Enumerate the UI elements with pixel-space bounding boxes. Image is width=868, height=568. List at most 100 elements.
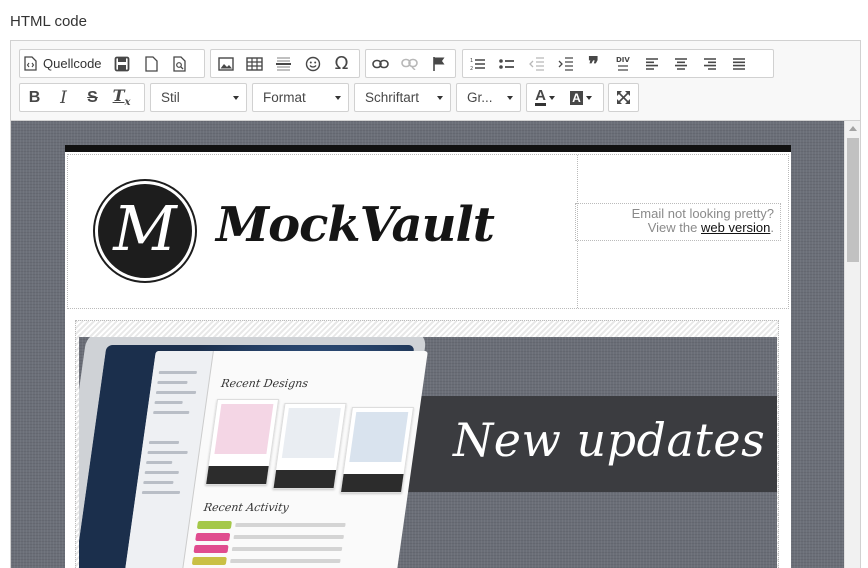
format-select[interactable]: Format xyxy=(252,83,349,112)
sidebar-line xyxy=(157,381,188,384)
new-page-button[interactable] xyxy=(137,50,166,77)
activity-badge xyxy=(195,533,231,541)
strikethrough-button[interactable]: S xyxy=(78,84,107,111)
web-version-link[interactable]: web version xyxy=(701,220,770,235)
banner-container: Recent Designs Recent Activity New updat… xyxy=(75,320,779,568)
source-button[interactable]: Quellcode xyxy=(20,50,108,77)
chevron-down-icon xyxy=(507,95,513,100)
sidebar-line xyxy=(145,461,173,464)
preview-button[interactable] xyxy=(166,50,195,77)
align-center-button[interactable] xyxy=(666,50,695,77)
app-heading-designs: Recent Designs xyxy=(220,377,309,390)
bulleted-list-icon xyxy=(499,58,514,69)
background-color-button[interactable]: A xyxy=(563,84,599,111)
special-char-button[interactable]: Ω xyxy=(327,50,356,77)
vertical-scrollbar[interactable] xyxy=(844,121,860,568)
sidebar-line xyxy=(158,371,198,374)
page-label: HTML code xyxy=(10,13,87,30)
thumbnail-bar xyxy=(206,466,269,484)
unlink-button[interactable] xyxy=(395,50,424,77)
font-select[interactable]: Schriftart xyxy=(354,83,451,112)
outdent-icon xyxy=(528,56,544,71)
remove-format-button[interactable]: Tx xyxy=(107,84,136,111)
horizontal-line-icon xyxy=(276,56,291,71)
logo-letter: M xyxy=(113,192,177,265)
unlink-icon xyxy=(401,58,418,70)
preview-icon xyxy=(173,55,186,72)
scroll-up-icon[interactable] xyxy=(849,126,857,131)
document-group: Quellcode xyxy=(19,49,205,78)
tools-group xyxy=(608,83,639,112)
app-screenshot: Recent Designs Recent Activity xyxy=(122,351,428,568)
horizontal-line-button[interactable] xyxy=(269,50,298,77)
numbered-list-button[interactable]: 12 xyxy=(463,50,492,77)
chevron-down-icon xyxy=(233,95,239,100)
style-select[interactable]: Stil xyxy=(150,83,247,112)
thumbnail-image xyxy=(214,404,274,454)
size-select[interactable]: Gr... xyxy=(456,83,521,112)
indent-button[interactable] xyxy=(550,50,579,77)
smiley-button[interactable] xyxy=(298,50,327,77)
new-page-icon xyxy=(144,55,158,72)
link-icon xyxy=(372,59,389,68)
thumbnail-bar xyxy=(341,474,404,492)
source-icon xyxy=(24,56,37,71)
svg-text:2: 2 xyxy=(470,66,473,71)
font-select-value: Schriftart xyxy=(365,90,420,105)
align-left-button[interactable] xyxy=(637,50,666,77)
blockquote-button[interactable]: ❞ xyxy=(579,50,608,77)
link-button[interactable] xyxy=(366,50,395,77)
remove-format-sub: x xyxy=(124,97,131,109)
activity-line xyxy=(233,535,345,539)
justify-button[interactable] xyxy=(724,50,753,77)
outdent-button[interactable] xyxy=(521,50,550,77)
design-thumbnail xyxy=(272,403,347,489)
format-select-value: Format xyxy=(263,90,306,105)
thumbnail-image xyxy=(281,408,341,458)
paragraph-group: 12 ❞ DIV xyxy=(462,49,774,78)
special-char-icon: Ω xyxy=(334,53,349,74)
editor-content[interactable]: M MockVault Email not looking pretty? Vi… xyxy=(11,121,844,568)
size-select-value: Gr... xyxy=(467,90,493,105)
logo-badge: M xyxy=(95,181,195,281)
italic-button[interactable]: I xyxy=(49,84,78,111)
image-button[interactable] xyxy=(211,50,240,77)
insert-group: Ω xyxy=(210,49,360,78)
italic-icon: I xyxy=(60,87,67,108)
activity-badge xyxy=(193,545,229,553)
banner-title: New updates xyxy=(453,413,766,467)
design-thumbnail xyxy=(339,407,414,493)
background-color-glyph: A xyxy=(570,90,583,105)
bulleted-list-button[interactable] xyxy=(492,50,521,77)
web-version-question: Email not looking pretty? xyxy=(631,206,774,221)
align-center-icon xyxy=(674,57,687,70)
div-button[interactable]: DIV xyxy=(608,50,637,77)
sidebar-line xyxy=(148,441,180,444)
link-group xyxy=(365,49,456,78)
sidebar-line xyxy=(144,471,179,474)
app-heading-activity: Recent Activity xyxy=(202,501,290,514)
save-button[interactable] xyxy=(108,50,137,77)
maximize-button[interactable] xyxy=(609,84,638,111)
text-color-button[interactable]: A xyxy=(527,84,563,111)
chevron-down-icon xyxy=(548,95,555,100)
scrollbar-thumb[interactable] xyxy=(847,138,859,262)
flag-icon xyxy=(432,56,444,71)
anchor-button[interactable] xyxy=(424,50,453,77)
sidebar-line xyxy=(141,491,181,494)
text-color-icon: A xyxy=(535,88,555,106)
web-version-suffix: . xyxy=(770,220,774,235)
svg-text:1: 1 xyxy=(470,58,473,64)
align-left-icon xyxy=(645,57,658,70)
bold-button[interactable]: B xyxy=(20,84,49,111)
chevron-down-icon xyxy=(335,95,341,100)
email-template: M MockVault Email not looking pretty? Vi… xyxy=(65,145,791,568)
web-version-notice: Email not looking pretty? View the web v… xyxy=(575,203,781,241)
align-right-button[interactable] xyxy=(695,50,724,77)
table-button[interactable] xyxy=(240,50,269,77)
maximize-icon xyxy=(617,91,630,104)
logo-wordmark: MockVault xyxy=(216,197,495,253)
background-color-icon: A xyxy=(570,90,592,105)
justify-icon xyxy=(732,57,745,70)
svg-text:DIV: DIV xyxy=(616,56,630,64)
